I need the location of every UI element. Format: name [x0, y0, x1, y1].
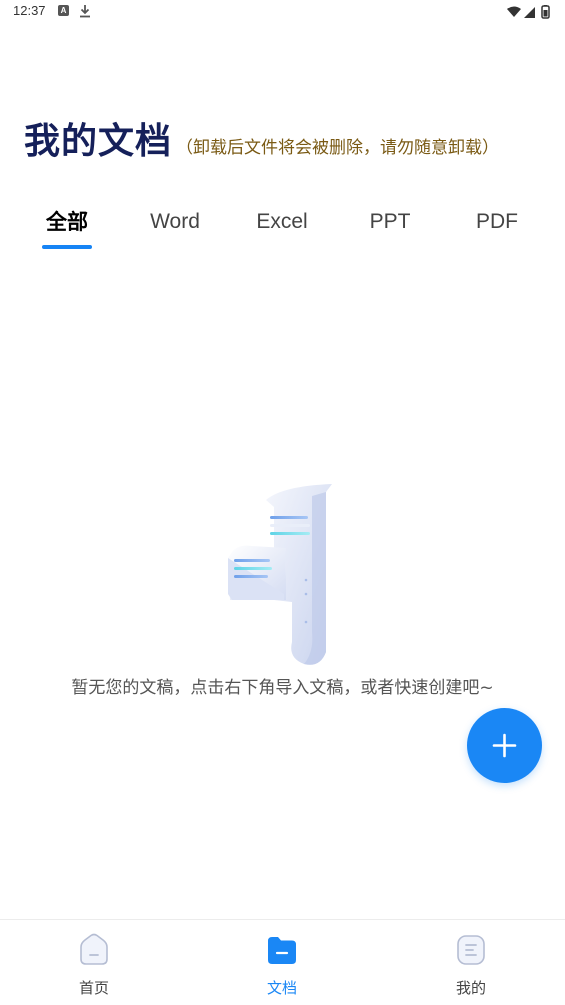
- nav-label: 我的: [455, 979, 486, 997]
- tab-all[interactable]: 全部: [34, 200, 100, 255]
- download-notification-icon: [79, 3, 91, 22]
- tab-label: 全部: [46, 210, 88, 234]
- nav-item-home[interactable]: 首页: [0, 920, 188, 1005]
- home-icon: [80, 933, 108, 965]
- tab-ppt[interactable]: PPT: [355, 200, 425, 255]
- status-time: 12:37: [13, 3, 46, 18]
- status-bar: 12:37 A: [0, 0, 565, 24]
- nav-item-documents[interactable]: 文档: [188, 920, 376, 1005]
- profile-icon: [457, 935, 485, 965]
- empty-documents-illustration: [222, 482, 340, 668]
- page-header: 我的文档 （卸载后文件将会被删除，请勿随意卸载）: [24, 112, 499, 164]
- empty-state-message: 暂无您的文稿，点击右下角导入文稿，或者快速创建吧~: [71, 678, 494, 698]
- tab-pdf[interactable]: PDF: [462, 200, 532, 255]
- accessibility-notification-icon: A: [58, 5, 69, 16]
- document-type-tabs: 全部 Word Excel PPT PDF: [0, 200, 565, 260]
- plus-icon: [492, 733, 517, 758]
- tab-word[interactable]: Word: [140, 200, 210, 255]
- tab-label: Excel: [256, 210, 308, 233]
- page-subtitle: （卸载后文件将会被删除，请勿随意卸载）: [176, 138, 500, 158]
- page-title: 我的文档: [24, 121, 173, 162]
- folder-icon: [268, 937, 296, 964]
- nav-label: 文档: [266, 979, 297, 997]
- status-right-icons: [507, 4, 555, 19]
- nav-label: 首页: [78, 979, 109, 997]
- tab-label: PPT: [369, 210, 411, 233]
- tab-excel[interactable]: Excel: [247, 200, 317, 255]
- add-document-button[interactable]: [467, 708, 542, 783]
- tab-label: PDF: [476, 210, 518, 233]
- bottom-navigation: 首页 文档 我的: [0, 919, 565, 1005]
- wifi-icon: [507, 6, 521, 17]
- battery-icon: [541, 5, 550, 19]
- signal-icon: [524, 7, 535, 18]
- tab-label: Word: [150, 210, 200, 233]
- active-tab-indicator: [42, 245, 92, 249]
- nav-item-profile[interactable]: 我的: [377, 920, 565, 1005]
